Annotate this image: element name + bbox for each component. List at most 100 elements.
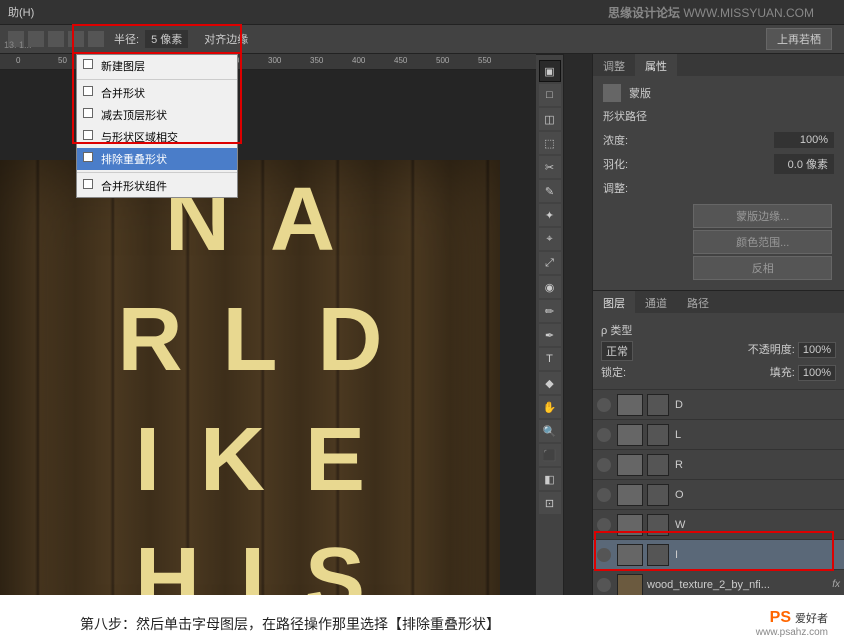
text-row-4: HIS (0, 520, 500, 595)
layer-name: L (675, 429, 840, 441)
background-color[interactable]: ◧ (539, 468, 561, 490)
lasso-tool[interactable]: ◫ (539, 108, 561, 130)
fx-badge[interactable]: fx (832, 579, 840, 590)
canvas-text: NA RLD IKE HIS (0, 160, 500, 595)
layer-thumb (617, 514, 643, 536)
marquee-tool[interactable]: □ (539, 84, 561, 106)
version-label: 13. 1... (4, 40, 32, 50)
layer-thumb (617, 454, 643, 476)
visibility-icon[interactable] (597, 548, 611, 562)
menu-help[interactable]: 助(H) (8, 4, 34, 20)
tab-properties[interactable]: 属性 (635, 54, 677, 76)
stamp-tool[interactable]: ⤢ (539, 252, 561, 274)
eraser-tool[interactable]: ◉ (539, 276, 561, 298)
layers-tabs: 图层 通道 路径 (593, 291, 844, 313)
text-row-1: NA (0, 160, 500, 280)
layer-row-selected[interactable]: I (593, 540, 844, 570)
dropdown-merge-components[interactable]: 合并形状组件 (77, 175, 237, 197)
visibility-icon[interactable] (597, 488, 611, 502)
fill-input[interactable]: 100% (798, 365, 836, 381)
layer-thumb (617, 484, 643, 506)
align-edge-label[interactable]: 对齐边缘 (204, 31, 248, 47)
mask-edge-button[interactable]: 蒙版边缘... (693, 204, 832, 228)
eyedropper-tool[interactable]: ✎ (539, 180, 561, 202)
opacity-input[interactable]: 100% (798, 342, 836, 358)
filter-icon[interactable] (771, 322, 785, 336)
radius-value[interactable]: 5 像素 (145, 30, 188, 48)
layer-row[interactable]: D (593, 390, 844, 420)
layer-name: I (675, 549, 840, 561)
filter-icon[interactable] (754, 322, 768, 336)
tab-paths[interactable]: 路径 (677, 291, 719, 313)
wand-tool[interactable]: ⬚ (539, 132, 561, 154)
radius-label: 半径: (114, 31, 139, 47)
dropdown-subtract-front[interactable]: 减去顶层形状 (77, 104, 237, 126)
feather-input[interactable]: 0.0 像素 (774, 154, 834, 174)
invert-button[interactable]: 反相 (693, 256, 832, 280)
visibility-icon[interactable] (597, 578, 611, 592)
properties-panel: 调整 属性 蒙版 形状路径 浓度: 100% 羽化: 0.0 像素 调整 (593, 54, 844, 291)
dropdown-merge-shapes[interactable]: 合并形状 (77, 82, 237, 104)
filter-icon[interactable] (805, 322, 819, 336)
zoom-tool[interactable]: 🔍 (539, 420, 561, 442)
layer-row[interactable]: W (593, 510, 844, 540)
tab-layers[interactable]: 图层 (593, 291, 635, 313)
layer-name: W (675, 519, 840, 531)
path-select-tool[interactable]: ◆ (539, 372, 561, 394)
arrange-icon[interactable] (68, 31, 84, 47)
visibility-icon[interactable] (597, 398, 611, 412)
mask-thumb (647, 454, 669, 476)
foreground-color[interactable]: ⬛ (539, 444, 561, 466)
text-row-2: RLD (0, 280, 500, 400)
props-subtitle: 形状路径 (603, 108, 834, 124)
layer-list: D L R O W I wood_texture_2_by_nfi...fx ▾… (593, 390, 844, 595)
hand-tool[interactable]: ✋ (539, 396, 561, 418)
square-icon (83, 179, 93, 189)
brush-tool[interactable]: ⌖ (539, 228, 561, 250)
move-tool[interactable]: ▣ (539, 60, 561, 82)
visibility-icon[interactable] (597, 518, 611, 532)
gradient-tool[interactable]: ✏ (539, 300, 561, 322)
watermark-top: 思缘设计论坛 WWW.MISSYUAN.COM (608, 4, 814, 21)
visibility-icon[interactable] (597, 458, 611, 472)
layer-row[interactable]: O (593, 480, 844, 510)
tab-adjust[interactable]: 调整 (593, 54, 635, 76)
heal-tool[interactable]: ✦ (539, 204, 561, 226)
density-label: 浓度: (603, 132, 628, 148)
adjust-label: 调整: (603, 180, 628, 196)
density-input[interactable]: 100% (774, 132, 834, 148)
layers-panel: 图层 通道 路径 ρ 类型 正常 不透明度: 100 (593, 291, 844, 595)
crop-tool[interactable]: ✂ (539, 156, 561, 178)
density-row: 浓度: 100% (603, 132, 834, 148)
ruler-tick: 50 (58, 56, 67, 65)
blend-mode-select[interactable]: 正常 (601, 341, 633, 361)
layer-row-background[interactable]: wood_texture_2_by_nfi...fx (593, 570, 844, 595)
dropdown-intersect[interactable]: 与形状区域相交 (77, 126, 237, 148)
adjust-row: 调整: (603, 180, 834, 196)
props-title: 蒙版 (629, 85, 651, 101)
filter-icon[interactable] (788, 322, 802, 336)
color-range-button[interactable]: 颜色范围... (693, 230, 832, 254)
filter-icon[interactable] (822, 322, 836, 336)
pen-tool[interactable]: ✒ (539, 324, 561, 346)
tab-channels[interactable]: 通道 (635, 291, 677, 313)
quickmask-tool[interactable]: ⊡ (539, 492, 561, 514)
dropdown-new-layer[interactable]: 新建图层 (77, 55, 237, 77)
toolbox: ▣ □ ◫ ⬚ ✂ ✎ ✦ ⌖ ⤢ ◉ ✏ ✒ T ◆ ✋ 🔍 ⬛ ◧ ⊡ (536, 54, 564, 595)
square-icon (83, 152, 93, 162)
options-bar: 半径: 5 像素 对齐边缘 上再若栖 (0, 24, 844, 54)
fill-label: 填充: (770, 367, 795, 379)
dropdown-exclude-overlap[interactable]: 排除重叠形状 (77, 148, 237, 170)
lock-label: 锁定: (601, 367, 626, 379)
workspace-button[interactable]: 上再若栖 (766, 28, 832, 50)
mask-thumb (647, 544, 669, 566)
separator (77, 79, 237, 80)
visibility-icon[interactable] (597, 428, 611, 442)
instruction-text: 第八步：然后单击字母图层，在路径操作那里选择【排除重叠形状】 (80, 614, 500, 634)
layer-row[interactable]: L (593, 420, 844, 450)
align-icon[interactable] (48, 31, 64, 47)
canvas[interactable]: NA RLD IKE HIS (0, 160, 500, 595)
type-tool[interactable]: T (539, 348, 561, 370)
gear-icon[interactable] (88, 31, 104, 47)
layer-row[interactable]: R (593, 450, 844, 480)
